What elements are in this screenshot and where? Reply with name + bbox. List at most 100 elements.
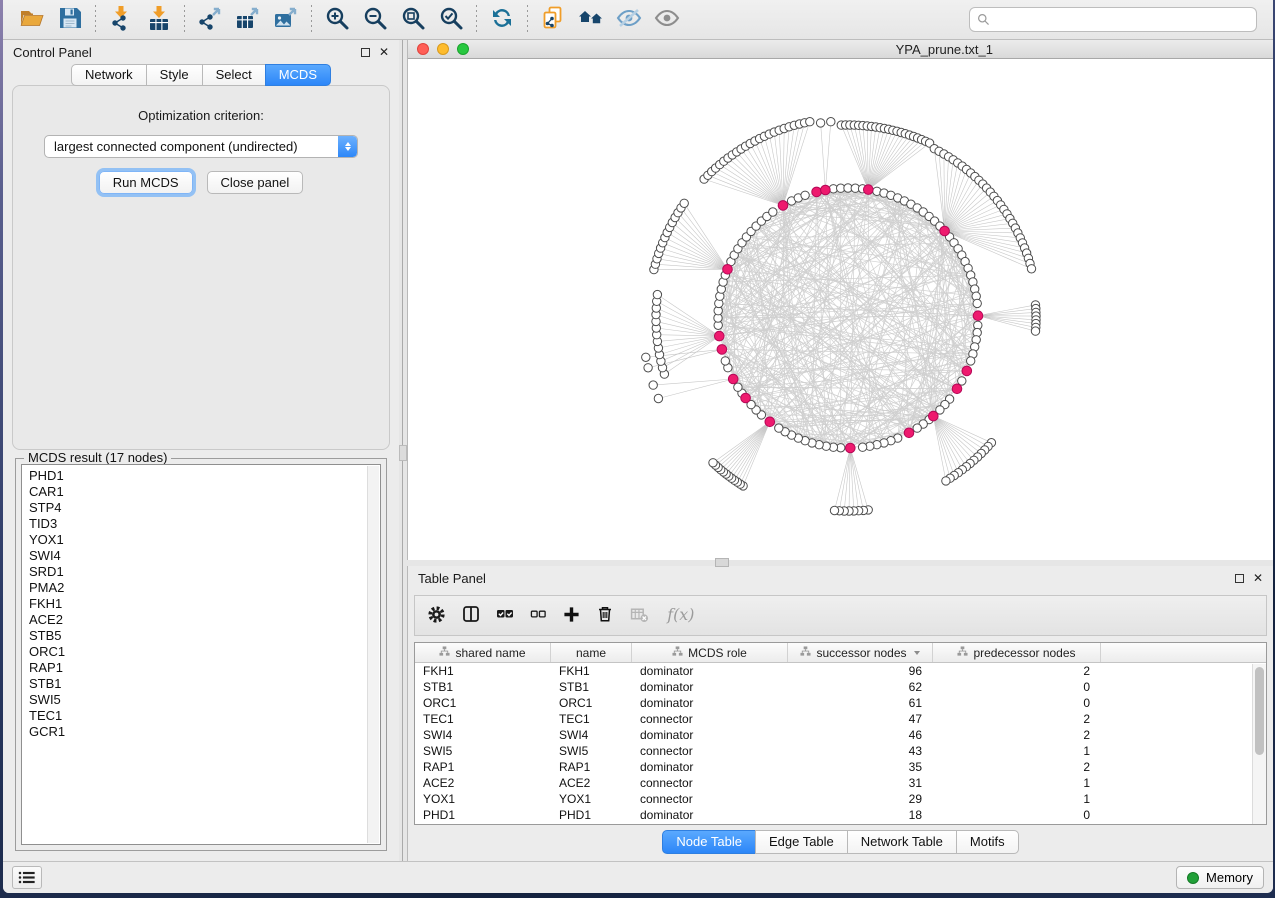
cell-predecessor-nodes[interactable]: 2 bbox=[933, 663, 1101, 679]
network-node[interactable] bbox=[642, 353, 650, 361]
cell-mcds-role[interactable]: connector bbox=[632, 711, 788, 727]
cell-shared-name[interactable]: PHD1 bbox=[415, 807, 551, 823]
mcds-result-item[interactable]: PMA2 bbox=[29, 580, 380, 596]
cell-shared-name[interactable]: STB1 bbox=[415, 679, 551, 695]
mcds-node[interactable] bbox=[846, 443, 856, 453]
table-row[interactable]: YOX1YOX1connector291 bbox=[415, 791, 1266, 807]
network-node[interactable] bbox=[769, 208, 777, 216]
network-node[interactable] bbox=[801, 191, 809, 199]
mcds-result-item[interactable]: SWI5 bbox=[29, 692, 380, 708]
cell-shared-name[interactable]: SWI4 bbox=[415, 727, 551, 743]
import-network-button[interactable] bbox=[102, 4, 140, 36]
network-node[interactable] bbox=[680, 199, 688, 207]
mcds-result-item[interactable]: SWI4 bbox=[29, 548, 380, 564]
first-neighbors-button[interactable] bbox=[572, 4, 610, 36]
cell-successor-nodes[interactable]: 31 bbox=[788, 775, 933, 791]
mcds-node[interactable] bbox=[929, 411, 939, 421]
network-node[interactable] bbox=[1027, 265, 1035, 273]
cell-shared-name[interactable]: TEC1 bbox=[415, 711, 551, 727]
mcds-node[interactable] bbox=[723, 265, 733, 275]
hide-selected-button[interactable] bbox=[610, 4, 648, 36]
cell-shared-name[interactable]: ORC1 bbox=[415, 695, 551, 711]
cell-shared-name[interactable]: FKH1 bbox=[415, 663, 551, 679]
window-zoom-traffic-light[interactable] bbox=[457, 43, 469, 55]
network-node[interactable] bbox=[721, 357, 729, 365]
cell-mcds-role[interactable]: connector bbox=[632, 775, 788, 791]
search-box[interactable] bbox=[969, 7, 1257, 32]
network-node[interactable] bbox=[1031, 327, 1039, 335]
cell-name[interactable]: RAP1 bbox=[551, 759, 632, 775]
horizontal-splitter-grip[interactable] bbox=[715, 558, 729, 567]
network-node[interactable] bbox=[653, 290, 661, 298]
cell-shared-name[interactable]: SWI5 bbox=[415, 743, 551, 759]
delete-table-button[interactable] bbox=[630, 605, 649, 627]
mcds-result-item[interactable]: GCR1 bbox=[29, 724, 380, 740]
horizontal-splitter[interactable] bbox=[407, 560, 1273, 566]
cell-name[interactable]: STB1 bbox=[551, 679, 632, 695]
network-node[interactable] bbox=[967, 357, 975, 365]
table-row[interactable]: SWI5SWI5connector431 bbox=[415, 743, 1266, 759]
search-input[interactable] bbox=[995, 13, 1249, 27]
zoom-in-button[interactable] bbox=[318, 4, 356, 36]
mcds-node[interactable] bbox=[765, 417, 775, 427]
cell-successor-nodes[interactable]: 46 bbox=[788, 727, 933, 743]
cell-successor-nodes[interactable]: 61 bbox=[788, 695, 933, 711]
vertical-splitter[interactable] bbox=[399, 40, 407, 861]
open-file-button[interactable] bbox=[13, 4, 51, 36]
mcds-node[interactable] bbox=[715, 331, 725, 341]
cell-shared-name[interactable]: YOX1 bbox=[415, 791, 551, 807]
mcds-result-item[interactable]: PHD1 bbox=[29, 468, 380, 484]
mcds-node[interactable] bbox=[962, 366, 972, 376]
float-window-icon[interactable] bbox=[361, 48, 370, 57]
cell-mcds-role[interactable]: dominator bbox=[632, 663, 788, 679]
column-header-mcds-role[interactable]: MCDS role bbox=[632, 643, 788, 662]
table-scrollbar[interactable] bbox=[1252, 664, 1266, 824]
network-canvas-svg[interactable] bbox=[408, 59, 1273, 560]
mcds-node[interactable] bbox=[952, 384, 962, 394]
mcds-result-item[interactable]: YOX1 bbox=[29, 532, 380, 548]
cell-successor-nodes[interactable]: 35 bbox=[788, 759, 933, 775]
cell-mcds-role[interactable]: dominator bbox=[632, 727, 788, 743]
table-row[interactable]: STB1STB1dominator620 bbox=[415, 679, 1266, 695]
zoom-out-button[interactable] bbox=[356, 4, 394, 36]
table-row[interactable]: FKH1FKH1dominator962 bbox=[415, 663, 1266, 679]
table-row[interactable]: ACE2ACE2connector311 bbox=[415, 775, 1266, 791]
cell-name[interactable]: PHD1 bbox=[551, 807, 632, 823]
zoom-selected-button[interactable] bbox=[432, 4, 470, 36]
mcds-node[interactable] bbox=[904, 428, 914, 438]
show-all-button[interactable] bbox=[648, 4, 686, 36]
cell-predecessor-nodes[interactable]: 1 bbox=[933, 743, 1101, 759]
column-layout-button[interactable] bbox=[462, 605, 480, 626]
export-table-button[interactable] bbox=[229, 4, 267, 36]
window-minimize-traffic-light[interactable] bbox=[437, 43, 449, 55]
cell-predecessor-nodes[interactable]: 1 bbox=[933, 791, 1101, 807]
mcds-result-item[interactable]: ORC1 bbox=[29, 644, 380, 660]
cell-successor-nodes[interactable]: 43 bbox=[788, 743, 933, 759]
table-tab-network-table[interactable]: Network Table bbox=[847, 830, 957, 854]
window-close-traffic-light[interactable] bbox=[417, 43, 429, 55]
cell-name[interactable]: TEC1 bbox=[551, 711, 632, 727]
column-header-name[interactable]: name bbox=[551, 643, 632, 662]
mcds-node[interactable] bbox=[821, 185, 831, 195]
mcds-result-item[interactable]: RAP1 bbox=[29, 660, 380, 676]
export-network-button[interactable] bbox=[191, 4, 229, 36]
table-row[interactable]: RAP1RAP1dominator352 bbox=[415, 759, 1266, 775]
criterion-dropdown[interactable]: largest connected component (undirected) bbox=[44, 135, 358, 158]
table-tab-edge-table[interactable]: Edge Table bbox=[755, 830, 848, 854]
memory-button[interactable]: Memory bbox=[1176, 866, 1264, 889]
mcds-node[interactable] bbox=[864, 185, 874, 195]
mcds-result-item[interactable]: SRD1 bbox=[29, 564, 380, 580]
status-log-button[interactable] bbox=[12, 866, 42, 889]
settings-button[interactable] bbox=[427, 605, 446, 627]
network-node[interactable] bbox=[913, 424, 921, 432]
table-tab-node-table[interactable]: Node Table bbox=[662, 830, 756, 854]
mcds-result-item[interactable]: STB5 bbox=[29, 628, 380, 644]
network-node[interactable] bbox=[806, 118, 814, 126]
mcds-node[interactable] bbox=[717, 345, 727, 355]
tab-mcds[interactable]: MCDS bbox=[265, 64, 331, 86]
cell-predecessor-nodes[interactable]: 2 bbox=[933, 727, 1101, 743]
table-row[interactable]: TEC1TEC1connector472 bbox=[415, 711, 1266, 727]
save-session-button[interactable] bbox=[51, 4, 89, 36]
cell-predecessor-nodes[interactable]: 0 bbox=[933, 807, 1101, 823]
cell-shared-name[interactable]: RAP1 bbox=[415, 759, 551, 775]
